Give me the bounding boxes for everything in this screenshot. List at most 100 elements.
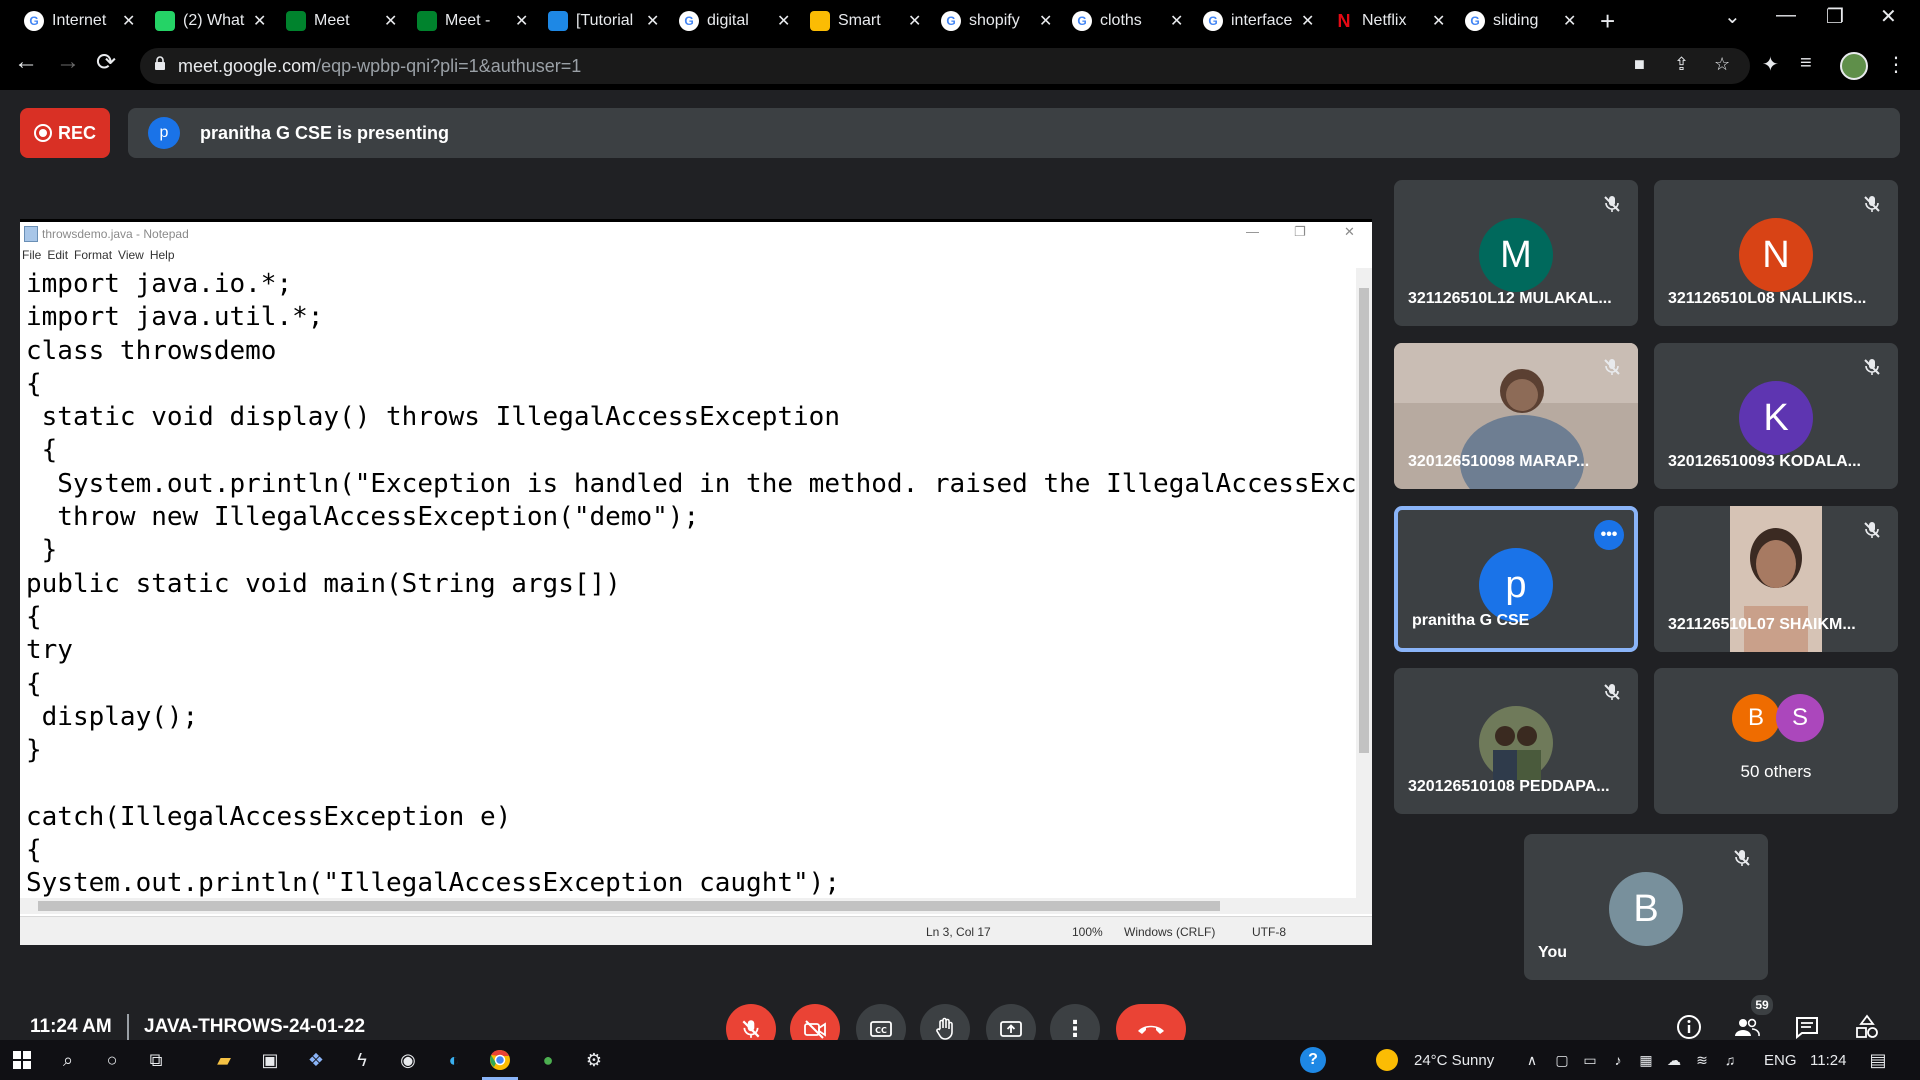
language-indicator[interactable]: ENG: [1764, 1052, 1797, 1069]
tab-close-icon[interactable]: ✕: [1432, 11, 1445, 31]
taskbar-clock[interactable]: 11:24: [1810, 1052, 1846, 1069]
activities-button[interactable]: [1852, 1012, 1882, 1042]
notepad-title-bar: throwsdemo.java - Notepad: [20, 224, 1372, 244]
profile-avatar[interactable]: [1840, 52, 1868, 80]
wifi-icon[interactable]: ≋: [1690, 1048, 1714, 1072]
bookmark-star-icon[interactable]: ☆: [1714, 54, 1730, 75]
others-tile[interactable]: B S 50 others: [1654, 668, 1898, 814]
help-icon[interactable]: ?: [1300, 1047, 1326, 1073]
settings-gear-icon[interactable]: ⚙: [582, 1048, 606, 1072]
browser-tab[interactable]: G Internet ✕: [24, 6, 135, 36]
participant-tile[interactable]: M 321126510L12 MULAKAL...: [1394, 180, 1638, 326]
tab-close-icon[interactable]: ✕: [1301, 11, 1314, 31]
back-arrow-icon[interactable]: ←: [14, 48, 38, 76]
meet-icon: [286, 11, 306, 31]
close-window-button[interactable]: ✕: [1880, 4, 1897, 29]
tab-search-icon[interactable]: ⌄: [1724, 4, 1741, 29]
forward-arrow-icon[interactable]: →: [56, 48, 80, 76]
mic-off-icon: [1864, 196, 1880, 212]
tab-close-icon[interactable]: ✕: [1039, 11, 1052, 31]
weather-text[interactable]: 24°C Sunny: [1414, 1052, 1494, 1069]
people-button[interactable]: [1732, 1012, 1762, 1042]
rec-label: REC: [57, 122, 96, 143]
address-bar[interactable]: meet.google.com/eqp-wpbp-qni?pli=1&authu…: [140, 48, 1750, 84]
browser-tab[interactable]: Gdigital ✕: [679, 6, 790, 36]
browser-tab[interactable]: Gshopify ✕: [941, 6, 1052, 36]
tab-close-icon[interactable]: ✕: [122, 11, 135, 31]
encoding: UTF-8: [1252, 925, 1286, 939]
app-green-icon[interactable]: ●: [536, 1048, 560, 1072]
dropbox-icon[interactable]: ❖: [304, 1048, 328, 1072]
search-icon[interactable]: ⌕: [56, 1048, 80, 1072]
participant-tile[interactable]: 320126510098 MARAP...: [1394, 343, 1638, 489]
browser-tab[interactable]: [Tutorial ✕: [548, 6, 659, 36]
browser-tab[interactable]: N Netflix ✕: [1334, 6, 1446, 36]
media-app-icon[interactable]: ◉: [396, 1048, 420, 1072]
store-icon[interactable]: ▣: [258, 1048, 282, 1072]
hang-up-icon: [1138, 1025, 1164, 1034]
horizontal-scrollbar: [20, 898, 1372, 914]
media-controls-icon[interactable]: ≡: [1800, 52, 1812, 75]
code-line: throw new IllegalAccessException("demo")…: [26, 502, 700, 533]
chat-button[interactable]: [1792, 1012, 1822, 1042]
browser-tab[interactable]: Meet ✕: [286, 6, 397, 36]
participant-tile[interactable]: 321126510L07 SHAIKM...: [1654, 506, 1898, 652]
notepad-menu-bar: File Edit Format View Help: [22, 248, 175, 262]
activities-icon: [1856, 1014, 1878, 1038]
edge-icon[interactable]: ◐: [442, 1048, 466, 1072]
camera-in-use-icon[interactable]: ■: [1634, 54, 1645, 75]
participant-avatar: K: [1739, 381, 1813, 455]
code-line: catch(IllegalAccessException e): [26, 801, 512, 832]
tab-close-icon[interactable]: ✕: [646, 11, 659, 31]
new-tab-button[interactable]: +: [1600, 6, 1615, 36]
recording-indicator[interactable]: REC: [20, 108, 110, 158]
tray-mic-icon[interactable]: ♪: [1606, 1048, 1630, 1072]
notifications-icon[interactable]: ▤: [1866, 1048, 1890, 1072]
divider: [127, 1014, 129, 1040]
participant-tile[interactable]: N 321126510L08 NALLIKIS...: [1654, 180, 1898, 326]
self-tile[interactable]: B You: [1524, 834, 1768, 980]
share-icon[interactable]: ⇪: [1674, 54, 1689, 75]
tab-close-icon[interactable]: ✕: [908, 11, 921, 31]
restore-button[interactable]: ❐: [1826, 4, 1844, 29]
browser-menu-icon[interactable]: ⋮: [1886, 52, 1906, 77]
tray-screen-icon[interactable]: ▦: [1634, 1048, 1658, 1072]
file-explorer-icon[interactable]: ▰: [212, 1048, 236, 1072]
browser-tab[interactable]: Ginterface ✕: [1203, 6, 1314, 36]
participant-tile[interactable]: K 320126510093 KODALA...: [1654, 343, 1898, 489]
google-icon: G: [24, 11, 44, 31]
reload-icon[interactable]: ⟳: [96, 48, 116, 77]
more-options-icon[interactable]: •••: [1594, 520, 1624, 550]
cortana-icon[interactable]: ○: [100, 1048, 124, 1072]
tray-cloud-icon[interactable]: ☁: [1662, 1048, 1686, 1072]
scroll-thumb: [38, 901, 1220, 911]
tray-device-icon[interactable]: ▢: [1550, 1048, 1574, 1072]
browser-tab[interactable]: (2) WhatsApp ✕: [155, 6, 266, 36]
participant-tile[interactable]: p ••• pranitha G CSE: [1394, 506, 1638, 652]
browser-tab-strip: GInternet✕ (2) WhatsApp✕ Meet✕ Meet -✕ [Tuto…: [0, 0, 1920, 42]
lightning-app-icon[interactable]: ϟ: [350, 1048, 374, 1072]
volume-icon[interactable]: ♫: [1718, 1048, 1742, 1072]
tab-close-icon[interactable]: ✕: [515, 11, 528, 31]
mic-off-icon: [1604, 196, 1620, 212]
tab-close-icon[interactable]: ✕: [253, 11, 266, 31]
battery-icon[interactable]: ▭: [1578, 1048, 1602, 1072]
browser-tab[interactable]: Smart ✕: [810, 6, 921, 36]
minimize-button[interactable]: —: [1776, 4, 1796, 27]
tab-close-icon[interactable]: ✕: [1170, 11, 1183, 31]
browser-tab[interactable]: Gsliding ✕: [1465, 6, 1576, 36]
others-avatar-2: S: [1776, 694, 1824, 742]
participant-tile[interactable]: 320126510108 PEDDAPA...: [1394, 668, 1638, 814]
tab-close-icon[interactable]: ✕: [777, 11, 790, 31]
tray-expand-icon[interactable]: ∧: [1520, 1048, 1544, 1072]
scroll-thumb: [1359, 288, 1369, 753]
task-view-icon[interactable]: ⧉: [144, 1048, 168, 1072]
tab-close-icon[interactable]: ✕: [384, 11, 397, 31]
browser-tab[interactable]: Gcloths ✕: [1072, 6, 1183, 36]
extensions-icon[interactable]: ✦: [1762, 52, 1779, 77]
tab-close-icon[interactable]: ✕: [1563, 11, 1576, 31]
browser-tab[interactable]: Meet - ✕: [417, 6, 528, 36]
windows-start-icon[interactable]: [10, 1048, 34, 1072]
chrome-icon[interactable]: [482, 1048, 518, 1080]
meeting-details-button[interactable]: [1674, 1012, 1704, 1042]
